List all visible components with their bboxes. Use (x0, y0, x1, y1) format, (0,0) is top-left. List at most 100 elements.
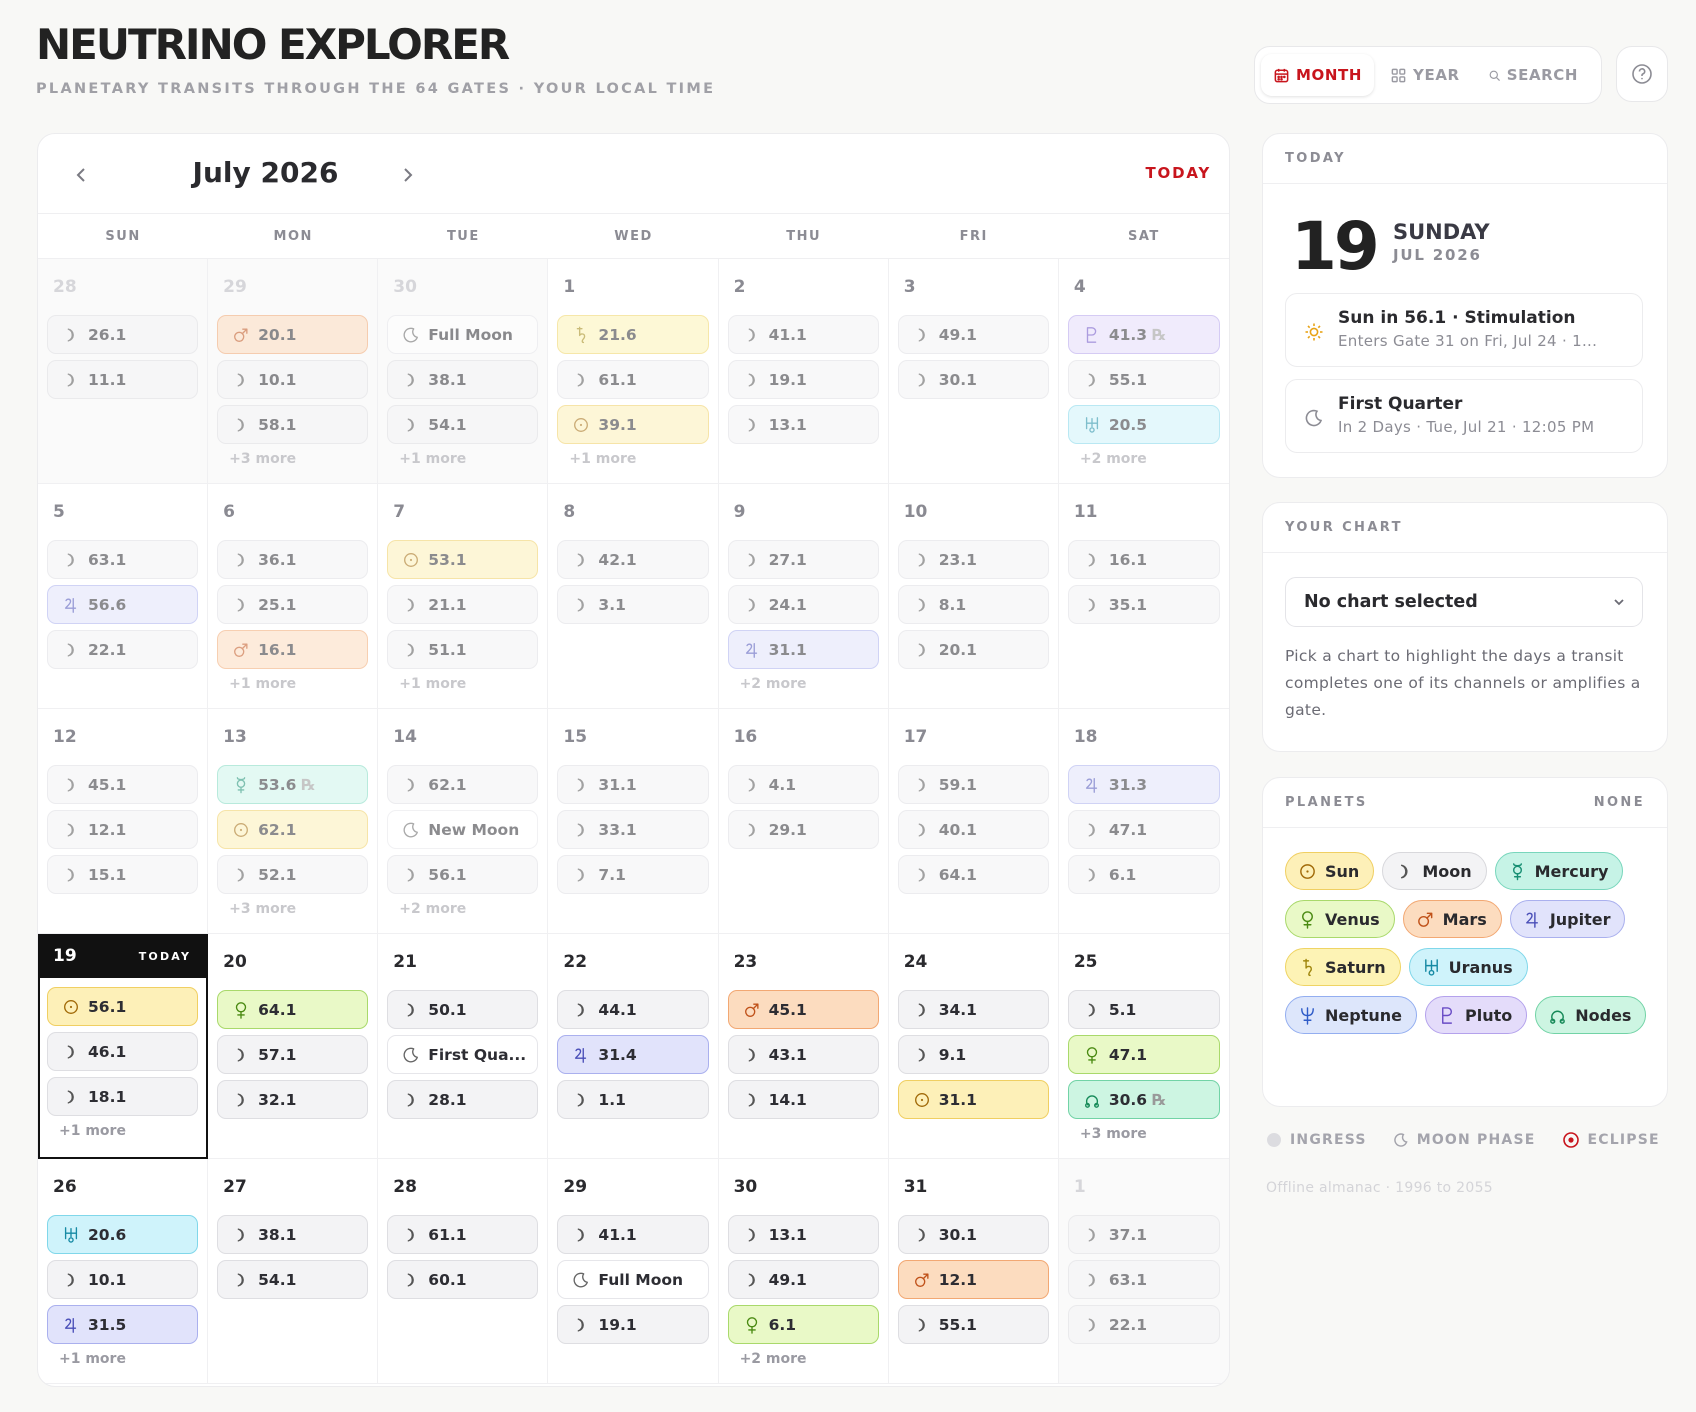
calendar-day[interactable]: 27 38.1 54.1 (208, 1159, 379, 1384)
planet-toggle-sun[interactable]: Sun (1285, 852, 1375, 890)
transit-chip-moon[interactable]: 54.1 (387, 405, 539, 444)
calendar-day[interactable]: 14 62.1 New Moon 56.1 +2 more (378, 709, 549, 934)
calendar-day[interactable]: 15 31.1 33.1 7.1 (548, 709, 719, 934)
today-button[interactable]: TODAY (1146, 164, 1211, 182)
next-month-button[interactable] (393, 160, 423, 190)
transit-chip-saturn[interactable]: 21.6 (557, 315, 709, 354)
transit-chip-moon[interactable]: 24.1 (727, 585, 879, 624)
transit-chip-moon[interactable]: 14.1 (727, 1080, 879, 1119)
calendar-day[interactable]: 28 61.1 60.1 (378, 1159, 549, 1384)
calendar-day[interactable]: 21 50.1 First Qua... 28.1 (378, 934, 549, 1159)
transit-chip-moon[interactable]: 3.1 (557, 585, 709, 624)
transit-chip-moon[interactable]: 55.1 (1067, 360, 1220, 399)
transit-chip-venus[interactable]: 47.1 (1067, 1035, 1220, 1074)
transit-chip-moon[interactable]: 52.1 (217, 855, 369, 894)
transit-chip-moon[interactable]: 26.1 (47, 315, 199, 354)
transit-chip-jupiter[interactable]: 31.4 (557, 1035, 709, 1074)
transit-chip-moon[interactable]: 11.1 (47, 360, 199, 399)
transit-chip-moon[interactable]: 6.1 (1067, 855, 1220, 894)
more-link[interactable]: +2 more (728, 1351, 879, 1367)
tab-month[interactable]: MONTH (1261, 54, 1375, 96)
prev-month-button[interactable] (66, 160, 96, 190)
transit-chip-moon[interactable]: 58.1 (217, 405, 369, 444)
transit-chip-moon[interactable]: 41.1 (557, 1215, 709, 1254)
planet-toggle-jupiter[interactable]: Jupiter (1509, 900, 1626, 938)
transit-chip-moon[interactable]: 50.1 (387, 990, 539, 1029)
transit-chip-moon[interactable]: 38.1 (387, 360, 539, 399)
transit-chip-moon[interactable]: 63.1 (47, 540, 199, 579)
transit-chip-nodes[interactable]: 30.6 ℞ (1067, 1080, 1220, 1119)
calendar-day[interactable]: 11 16.1 35.1 (1058, 484, 1229, 709)
transit-chip-moon[interactable]: 36.1 (217, 540, 369, 579)
calendar-day[interactable]: 29 20.1 10.1 58.1 +3 more (208, 259, 379, 484)
transit-chip-moon[interactable]: 46.1 (47, 1032, 199, 1071)
calendar-day[interactable]: 30 Full Moon 38.1 54.1 +1 more (378, 259, 549, 484)
transit-chip-moon[interactable]: 7.1 (557, 855, 709, 894)
transit-chip-moon[interactable]: 40.1 (897, 810, 1049, 849)
more-link[interactable]: +1 more (47, 1351, 198, 1367)
transit-chip-moon[interactable]: 61.1 (557, 360, 709, 399)
planet-toggle-nodes[interactable]: Nodes (1535, 996, 1647, 1034)
calendar-day[interactable]: 30 13.1 49.1 6.1 +2 more (718, 1159, 889, 1384)
transit-chip-sun[interactable]: 56.1 (47, 987, 199, 1026)
calendar-day[interactable]: 12 45.1 12.1 15.1 (38, 709, 209, 934)
transit-chip-moon[interactable]: 25.1 (217, 585, 369, 624)
transit-chip-moon[interactable]: 16.1 (1067, 540, 1220, 579)
transit-chip-jupiter[interactable]: 31.1 (727, 630, 879, 669)
transit-chip-mercury[interactable]: 53.6 ℞ (217, 765, 369, 804)
calendar-day[interactable]: 26 20.6 10.1 31.5 +1 more (38, 1159, 209, 1384)
transit-chip-moon[interactable]: 49.1 (727, 1260, 879, 1299)
transit-chip-mars[interactable]: 16.1 (217, 630, 369, 669)
transit-chip-phase[interactable]: Full Moon (387, 315, 539, 354)
calendar-day[interactable]: 25 5.1 47.1 30.6 ℞ +3 more (1058, 934, 1229, 1159)
planet-toggle-neptune[interactable]: Neptune (1285, 996, 1417, 1034)
calendar-day[interactable]: 7 53.1 21.1 51.1 +1 more (378, 484, 549, 709)
transit-chip-moon[interactable]: 30.1 (897, 360, 1049, 399)
transit-chip-moon[interactable]: 9.1 (897, 1035, 1049, 1074)
select-none-button[interactable]: NONE (1594, 795, 1645, 810)
transit-chip-moon[interactable]: 5.1 (1067, 990, 1220, 1029)
transit-chip-moon[interactable]: 62.1 (387, 765, 539, 804)
transit-chip-moon[interactable]: 18.1 (47, 1077, 199, 1116)
transit-chip-moon[interactable]: 12.1 (47, 810, 199, 849)
transit-chip-mars[interactable]: 12.1 (897, 1260, 1049, 1299)
transit-chip-moon[interactable]: 42.1 (557, 540, 709, 579)
transit-chip-moon[interactable]: 28.1 (387, 1080, 539, 1119)
today-event-moon-phase[interactable]: First Quarter In 2 Days · Tue, Jul 21 · … (1285, 379, 1643, 453)
transit-chip-phase[interactable]: First Qua... (387, 1035, 539, 1074)
tab-search[interactable]: SEARCH (1476, 54, 1590, 96)
transit-chip-sun[interactable]: 39.1 (557, 405, 709, 444)
more-link[interactable]: +2 more (387, 901, 538, 917)
more-link[interactable]: +2 more (728, 676, 879, 692)
transit-chip-moon[interactable]: 32.1 (217, 1080, 369, 1119)
transit-chip-moon[interactable]: 19.1 (557, 1305, 709, 1344)
calendar-day[interactable]: 10 23.1 8.1 20.1 (888, 484, 1059, 709)
transit-chip-jupiter[interactable]: 31.3 (1067, 765, 1220, 804)
planet-toggle-uranus[interactable]: Uranus (1408, 948, 1528, 986)
transit-chip-moon[interactable]: 27.1 (727, 540, 879, 579)
transit-chip-moon[interactable]: 61.1 (387, 1215, 539, 1254)
more-link[interactable]: +1 more (387, 676, 538, 692)
transit-chip-uranus[interactable]: 20.6 (47, 1215, 199, 1254)
calendar-day[interactable]: 22 44.1 31.4 1.1 (548, 934, 719, 1159)
transit-chip-mars[interactable]: 45.1 (727, 990, 879, 1029)
transit-chip-sun[interactable]: 62.1 (217, 810, 369, 849)
calendar-day[interactable]: 23 45.1 43.1 14.1 (718, 934, 889, 1159)
transit-chip-moon[interactable]: 1.1 (557, 1080, 709, 1119)
transit-chip-moon[interactable]: 41.1 (727, 315, 879, 354)
transit-chip-moon[interactable]: 56.1 (387, 855, 539, 894)
calendar-day[interactable]: 9 27.1 24.1 31.1 +2 more (718, 484, 889, 709)
calendar-day[interactable]: 13 53.6 ℞ 62.1 52.1 +3 more (208, 709, 379, 934)
today-event-sun[interactable]: Sun in 56.1 · Stimulation Enters Gate 31… (1285, 293, 1643, 367)
help-button[interactable] (1616, 46, 1668, 102)
transit-chip-moon[interactable]: 57.1 (217, 1035, 369, 1074)
transit-chip-moon[interactable]: 34.1 (897, 990, 1049, 1029)
calendar-day-today[interactable]: 19 TODAY 56.1 46.1 18.1 +1 more (38, 934, 209, 1159)
transit-chip-jupiter[interactable]: 31.5 (47, 1305, 199, 1344)
transit-chip-jupiter[interactable]: 56.6 (47, 585, 199, 624)
more-link[interactable]: +1 more (557, 451, 708, 467)
calendar-day[interactable]: 29 41.1 Full Moon 19.1 (548, 1159, 719, 1384)
calendar-day[interactable]: 24 34.1 9.1 31.1 (888, 934, 1059, 1159)
planet-toggle-pluto[interactable]: Pluto (1424, 996, 1528, 1034)
calendar-day[interactable]: 1 21.6 61.1 39.1 +1 more (548, 259, 719, 484)
